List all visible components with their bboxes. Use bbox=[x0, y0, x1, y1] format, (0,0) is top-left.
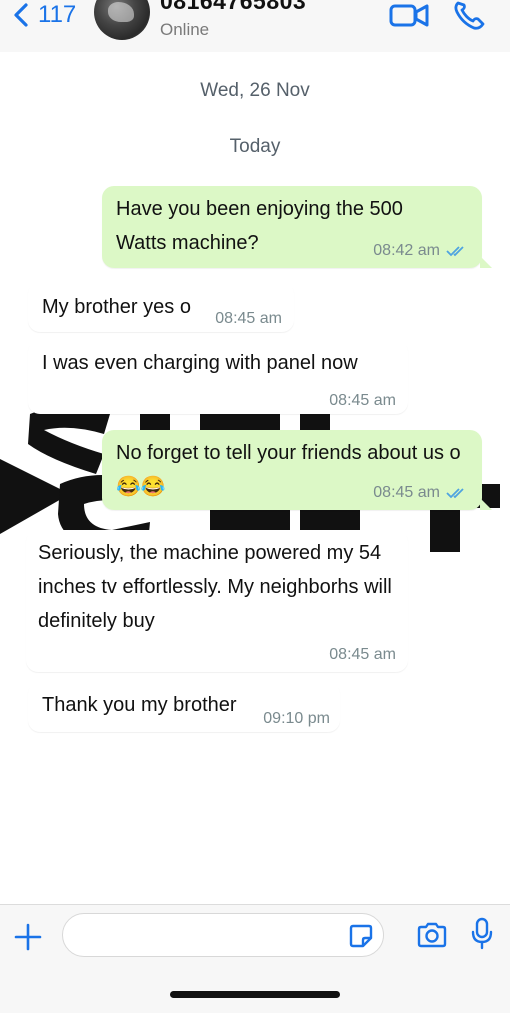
message-text: I was even charging with panel now bbox=[42, 352, 358, 374]
plus-icon[interactable] bbox=[14, 923, 42, 951]
sticker-icon[interactable] bbox=[348, 923, 374, 949]
message-timestamp: 08:42 am bbox=[373, 242, 440, 259]
camera-icon[interactable] bbox=[416, 921, 448, 949]
contact-name[interactable]: 08164765803 bbox=[160, 0, 306, 15]
date-separator: Today bbox=[213, 130, 297, 164]
incoming-message[interactable]: I was even charging with panel now 08:45… bbox=[28, 340, 408, 414]
message-timestamp: 09:10 pm bbox=[263, 710, 330, 727]
message-composer bbox=[0, 904, 510, 1013]
bubble-tail bbox=[480, 256, 492, 268]
contact-status: Online bbox=[160, 20, 210, 39]
chevron-left-icon bbox=[14, 3, 28, 27]
incoming-message[interactable]: Seriously, the machine powered my 54 inc… bbox=[26, 530, 408, 672]
video-camera-icon[interactable] bbox=[388, 0, 430, 30]
incoming-message[interactable]: Thank you my brother 09:10 pm bbox=[28, 682, 340, 732]
message-timestamp: 08:45 am bbox=[329, 646, 396, 663]
outgoing-message[interactable]: Have you been enjoying the 500 Watts mac… bbox=[102, 186, 492, 268]
chat-header: 117 08164765803 Online bbox=[0, 0, 510, 53]
double-check-icon bbox=[446, 246, 464, 257]
back-button[interactable]: 117 bbox=[10, 0, 76, 30]
outgoing-message[interactable]: No forget to tell your friends about us … bbox=[102, 430, 492, 510]
message-text: My brother yes o bbox=[42, 296, 191, 318]
message-input[interactable] bbox=[62, 913, 384, 957]
message-text: Have you been enjoying the 500 Watts mac… bbox=[116, 198, 403, 254]
message-text: Seriously, the machine powered my 54 inc… bbox=[38, 542, 392, 632]
bubble-tail bbox=[480, 498, 492, 510]
message-timestamp: 08:45 am bbox=[373, 484, 440, 501]
message-list[interactable]: Wed, 26 Nov Today Have you been enjoying… bbox=[0, 52, 510, 904]
message-text: Thank you my brother bbox=[42, 694, 237, 716]
avatar[interactable] bbox=[94, 0, 150, 40]
message-timestamp: 08:45 am bbox=[329, 392, 396, 409]
unread-count: 117 bbox=[38, 1, 77, 28]
message-time: 08:42 am bbox=[373, 242, 468, 260]
double-check-icon bbox=[446, 488, 464, 499]
home-indicator bbox=[170, 991, 340, 998]
date-separator: Wed, 26 Nov bbox=[184, 74, 326, 108]
message-time: 08:45 am bbox=[373, 484, 468, 502]
message-timestamp: 08:45 am bbox=[215, 310, 282, 327]
incoming-message[interactable]: My brother yes o 08:45 am bbox=[28, 282, 294, 332]
microphone-icon[interactable] bbox=[470, 917, 494, 951]
phone-icon[interactable] bbox=[452, 0, 486, 30]
